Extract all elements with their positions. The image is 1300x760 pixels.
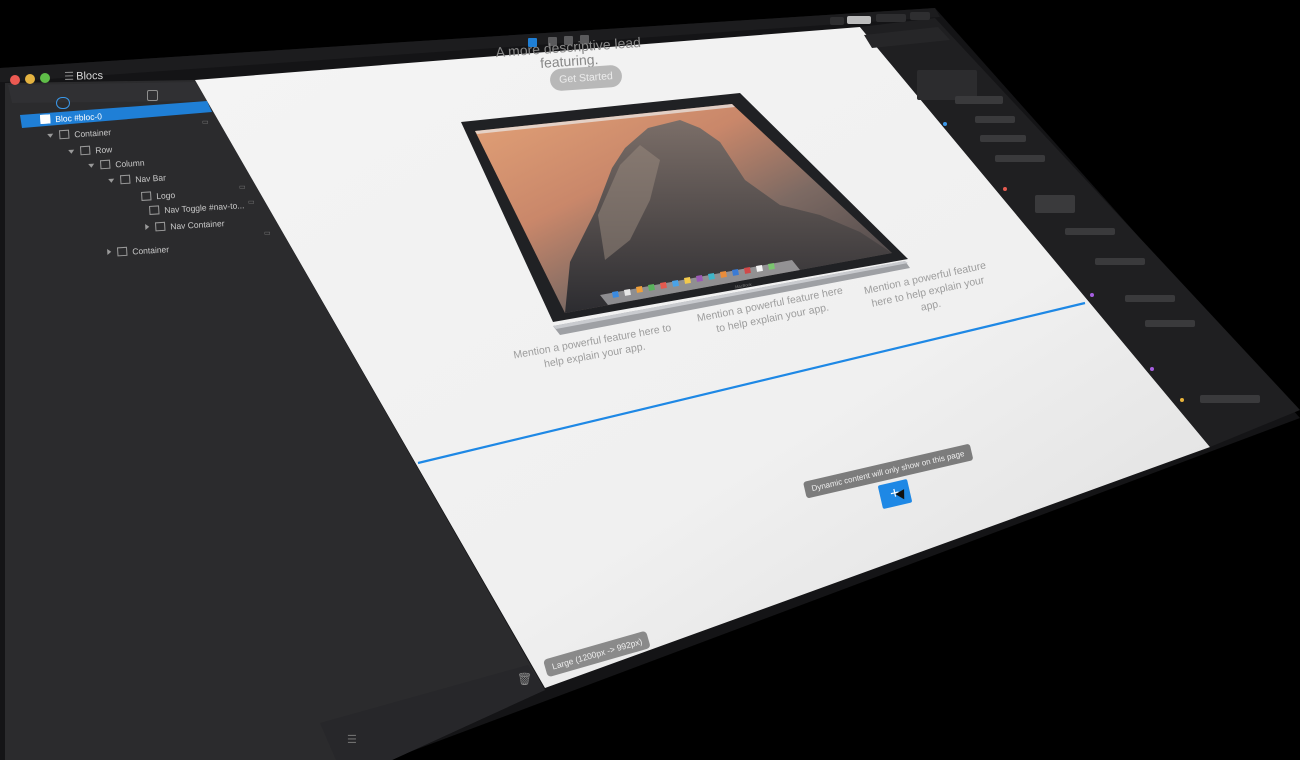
inspector-field-4[interactable] bbox=[1065, 228, 1115, 235]
spacing-dot-icon bbox=[1090, 293, 1094, 297]
screenshot-stage: ☰ Blocs Bloc #bloc-0 ▭ Container Row Colu… bbox=[0, 0, 1300, 760]
inspector-bg-preview[interactable] bbox=[1035, 195, 1075, 213]
visibility-dot-icon bbox=[1180, 398, 1184, 402]
background-dot-icon bbox=[1003, 187, 1007, 191]
inspector-field-8[interactable] bbox=[1200, 395, 1260, 403]
inspector-align-segment[interactable] bbox=[955, 96, 1003, 104]
inspector-field-7[interactable] bbox=[1145, 320, 1195, 327]
animation-dot-icon bbox=[1150, 367, 1154, 371]
inspector-field-2[interactable] bbox=[980, 135, 1026, 142]
inspector-field-1[interactable] bbox=[975, 116, 1015, 123]
appearance-dot-icon bbox=[943, 122, 947, 126]
inspector-field-3[interactable] bbox=[995, 155, 1045, 162]
inspector-field-6[interactable] bbox=[1125, 295, 1175, 302]
inspector-field-5[interactable] bbox=[1095, 258, 1145, 265]
